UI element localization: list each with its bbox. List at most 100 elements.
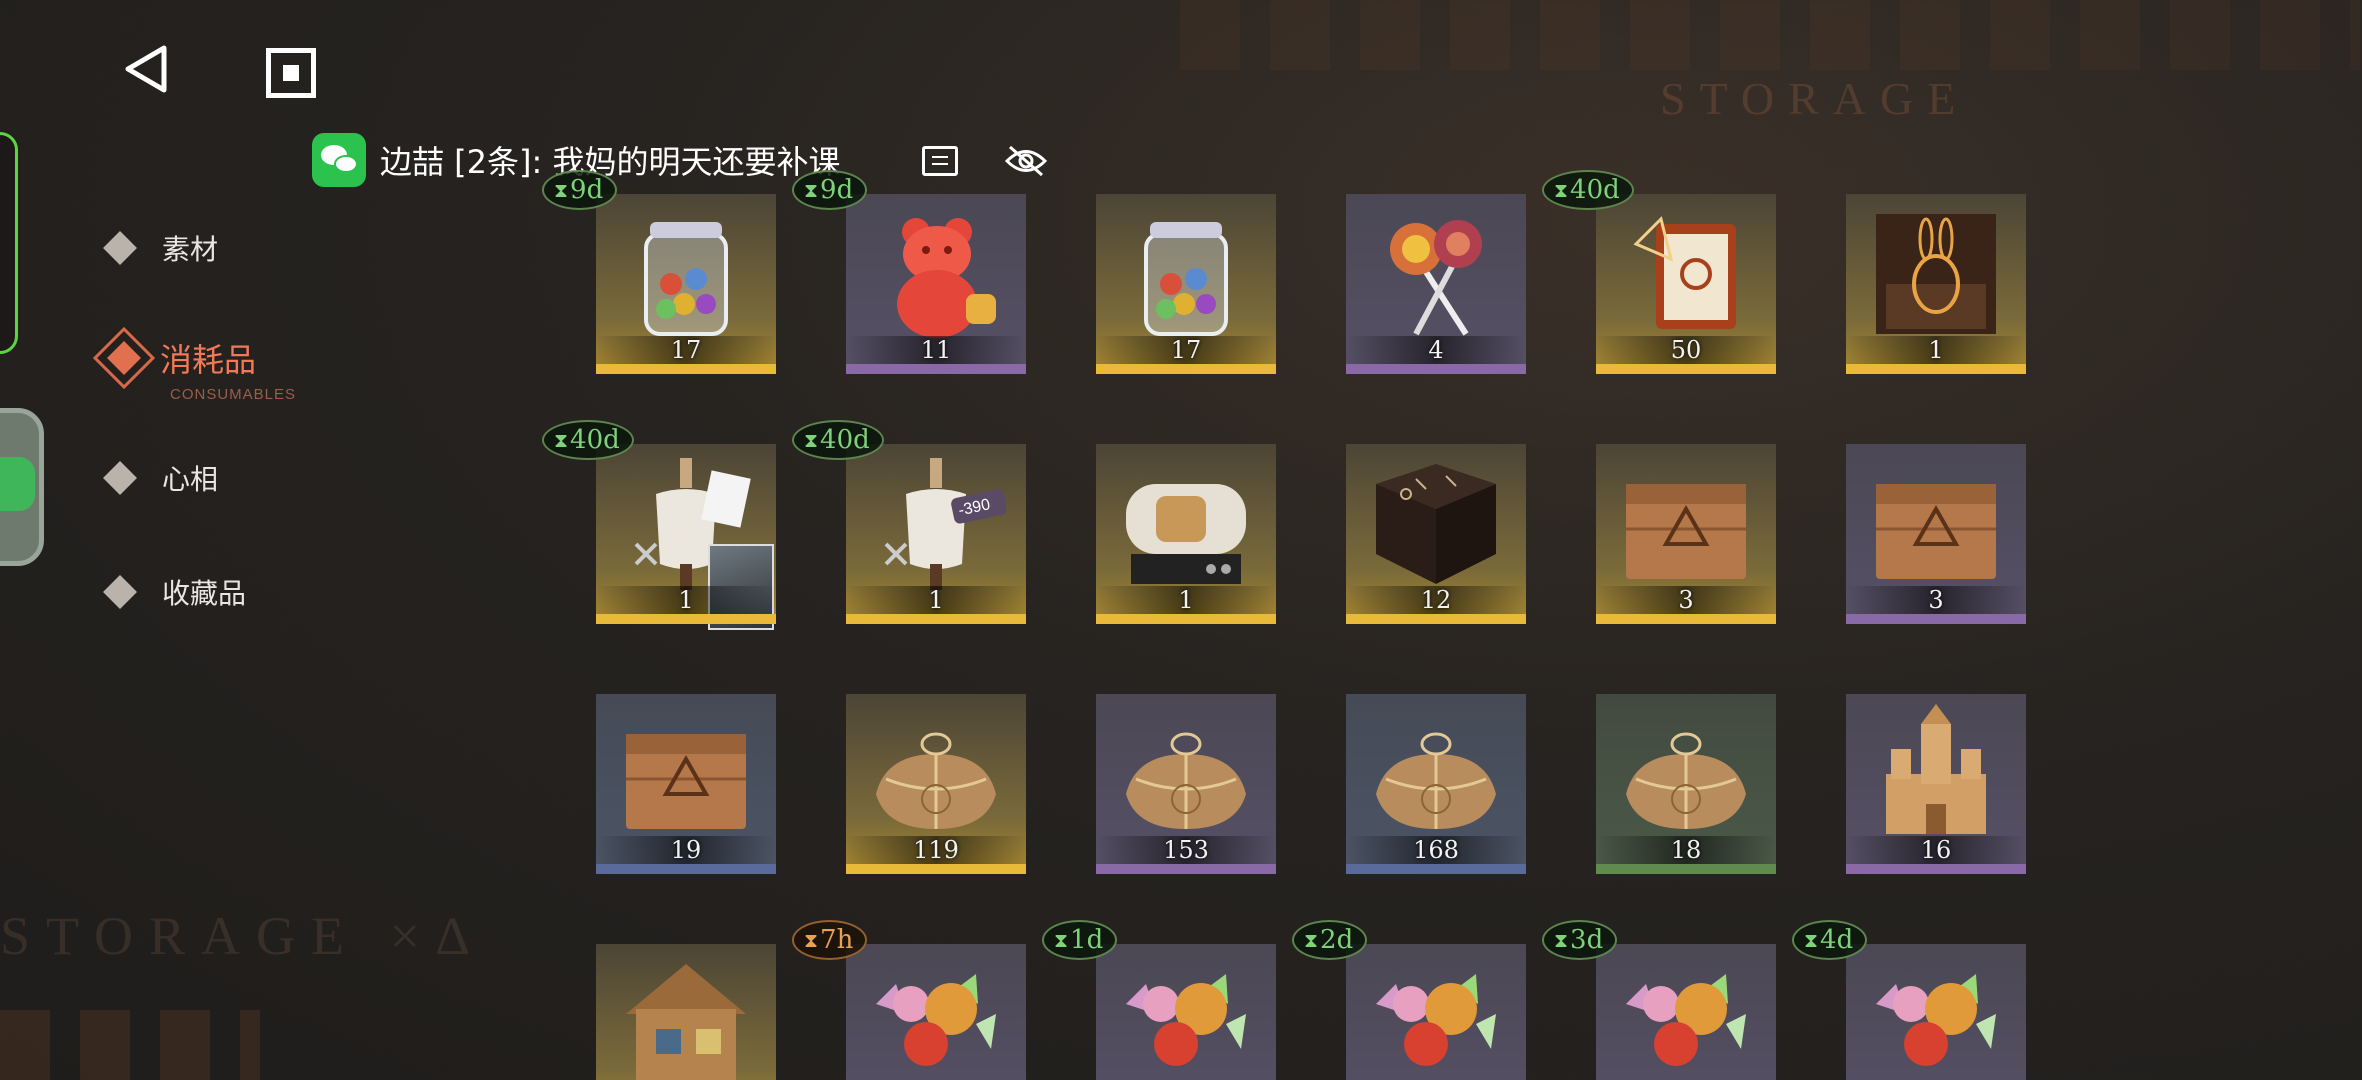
incubator-machine-icon	[1116, 454, 1256, 594]
background-storage-text-2: STORAGE ×∆	[0, 906, 486, 966]
item-count: 17	[596, 336, 776, 364]
rune-table-icon	[1366, 454, 1506, 594]
hourglass-icon: ⧗	[804, 428, 819, 452]
item-slot-lollipops[interactable]: 4	[1346, 194, 1526, 374]
sidebar-item-materials[interactable]: 素材	[103, 228, 218, 268]
background-storage-text: STORAGE	[1660, 73, 1970, 124]
timer-text: 40d	[820, 425, 870, 455]
sidebar-item-label: 心相	[162, 463, 219, 496]
notification-text: 边喆 [2条]: 我妈的明天还要补课	[380, 143, 841, 181]
wooden-crate-icon	[1616, 454, 1756, 594]
item-slot-wrapped-candies[interactable]	[846, 944, 1026, 1080]
item-slot-wooden-crate[interactable]: 3	[1596, 444, 1776, 624]
rarity-bar	[1596, 364, 1776, 374]
back-icon[interactable]	[122, 44, 170, 94]
expiry-timer-badge: ⧗ 9d	[542, 170, 618, 210]
item-count: 4	[1346, 336, 1526, 364]
sidebar-item-sublabel: CONSUMABLES	[170, 386, 297, 403]
item-count: 153	[1096, 836, 1276, 864]
hourglass-icon: ⧗	[554, 178, 569, 202]
diamond-icon	[103, 461, 137, 495]
candy-jar-icon	[616, 204, 756, 344]
sand-castle-icon	[1866, 704, 2006, 844]
rarity-bar	[596, 364, 776, 374]
hourglass-icon: ⧗	[1554, 178, 1569, 202]
sidebar-item-psyche[interactable]: 心相	[103, 458, 219, 498]
rarity-bar	[1846, 364, 2026, 374]
hourglass-icon: ⧗	[1804, 928, 1819, 952]
diamond-icon	[103, 231, 137, 265]
hourglass-icon: ⧗	[554, 428, 569, 452]
candy-jar-icon	[1116, 204, 1256, 344]
item-count: 1	[1096, 586, 1276, 614]
rarity-bar	[596, 864, 776, 874]
rarity-bar	[596, 614, 776, 624]
rarity-bar	[1596, 614, 1776, 624]
timer-text: 3d	[1570, 925, 1604, 955]
item-slot-paper-parcel[interactable]: 168	[1346, 694, 1526, 874]
item-count: 3	[1846, 586, 2026, 614]
expiry-timer-badge: ⧗ 3d	[1542, 920, 1618, 960]
timer-text: 4d	[1820, 925, 1854, 955]
hourglass-icon: ⧗	[1054, 928, 1069, 952]
recents-icon[interactable]	[266, 48, 316, 98]
wrapped-candies-icon	[1866, 954, 2006, 1080]
wrapped-candies-icon	[1116, 954, 1256, 1080]
item-slot-wooden-house[interactable]	[596, 944, 776, 1080]
sidebar-item-label: 消耗品	[160, 341, 257, 379]
item-count: 1	[846, 586, 1026, 614]
item-slot-wrapped-candies[interactable]	[1596, 944, 1776, 1080]
item-slot-wrapped-candies[interactable]	[1346, 944, 1526, 1080]
hourglass-icon: ⧗	[1304, 928, 1319, 952]
item-slot-wooden-crate[interactable]: 19	[596, 694, 776, 874]
item-slot-incubator-machine[interactable]: 1	[1096, 444, 1276, 624]
item-count: 50	[1596, 336, 1776, 364]
sidebar-item-consumables[interactable]: 消耗品	[92, 326, 257, 390]
wooden-crate-icon	[1866, 454, 2006, 594]
expiry-timer-badge: ⧗ 2d	[1292, 920, 1368, 960]
floating-chat-bubble[interactable]	[0, 408, 44, 566]
rarity-bar	[1596, 864, 1776, 874]
timer-text: 9d	[820, 175, 854, 205]
rarity-bar	[846, 614, 1026, 624]
timer-text: 7h	[820, 925, 854, 955]
hourglass-icon: ⧗	[1554, 928, 1569, 952]
eye-off-icon[interactable]	[1004, 144, 1048, 178]
timer-text: 40d	[570, 425, 620, 455]
item-slot-wrapped-candies[interactable]	[1846, 944, 2026, 1080]
timer-text: 40d	[1570, 175, 1620, 205]
item-slot-sand-castle[interactable]: 16	[1846, 694, 2026, 874]
expiry-timer-badge: ⧗ 40d	[792, 420, 884, 460]
rarity-bar	[1096, 864, 1276, 874]
rarity-bar	[846, 864, 1026, 874]
item-slot-gummy-bear[interactable]: 11	[846, 194, 1026, 374]
lollipops-icon	[1366, 204, 1506, 344]
item-slot-rune-table[interactable]: 12	[1346, 444, 1526, 624]
rarity-bar	[1846, 864, 2026, 874]
rarity-bar	[1096, 364, 1276, 374]
item-slot-rabbit-figure-box[interactable]: 1	[1846, 194, 2026, 374]
item-slot-wooden-crate[interactable]: 3	[1846, 444, 2026, 624]
sidebar-item-collectibles[interactable]: 收藏品	[103, 572, 246, 612]
item-slot-wrapped-candies[interactable]	[1096, 944, 1276, 1080]
message-icon[interactable]	[922, 146, 958, 176]
expiry-timer-badge: ⧗ 40d	[1542, 170, 1634, 210]
item-slot-paper-parcel[interactable]: 153	[1096, 694, 1276, 874]
chat-icon	[0, 457, 35, 511]
item-count: 12	[1346, 586, 1526, 614]
item-slot-candy-jar[interactable]: 17	[1096, 194, 1276, 374]
expiry-timer-badge: ⧗ 7h	[792, 920, 868, 960]
item-slot-paper-parcel[interactable]: 119	[846, 694, 1026, 874]
timer-text: 2d	[1320, 925, 1354, 955]
item-slot-candy-jar[interactable]: 17	[596, 194, 776, 374]
item-slot-paper-parcel[interactable]: 18	[1596, 694, 1776, 874]
floating-window-handle[interactable]	[0, 132, 18, 354]
timer-text: 9d	[570, 175, 604, 205]
item-slot-tailor-mannequin[interactable]: 1	[596, 444, 776, 630]
item-count: 3	[1596, 586, 1776, 614]
item-count: 18	[1596, 836, 1776, 864]
hourglass-icon: ⧗	[804, 928, 819, 952]
item-slot-tailor-mannequin-discount[interactable]: -390 1	[846, 444, 1026, 624]
item-slot-tarot-book[interactable]: 50	[1596, 194, 1776, 374]
item-count: 16	[1846, 836, 2026, 864]
